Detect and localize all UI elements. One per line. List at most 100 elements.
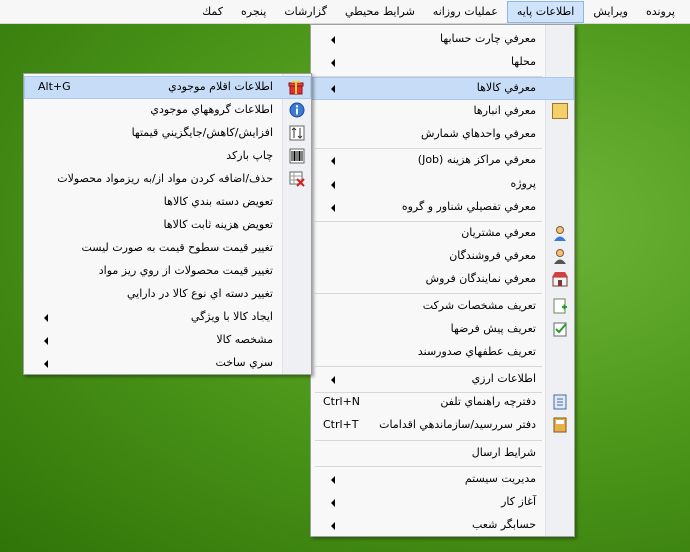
menu-item-label: معرفي مراكز هزينه (Job) xyxy=(417,153,536,166)
menu-item-label: تعويض هزينه ثابت كالاها xyxy=(163,218,273,231)
menu-item-label: سري ساخت xyxy=(215,356,273,369)
menu-item-item-attributes[interactable]: مشخصه كالا xyxy=(24,329,311,352)
menu-window[interactable]: پنجره xyxy=(232,1,275,23)
submenu-arrow-icon xyxy=(44,360,48,368)
menu-item-label: مديريت سيستم xyxy=(464,472,536,485)
submenu-arrow-icon xyxy=(331,499,335,507)
menu-item-shipping-terms[interactable]: شرايط ارسال xyxy=(311,442,574,465)
menu-item-document-links[interactable]: تعريف عطفهاي صدورسند xyxy=(311,341,574,364)
menu-item-project[interactable]: پروژه xyxy=(311,173,574,196)
storefront-icon xyxy=(552,271,568,287)
menu-item-sales-reps[interactable]: معرفي نمايندگان فروش xyxy=(311,268,574,291)
menu-item-phone-book[interactable]: دفترچه راهنماي تلفن Ctrl+N xyxy=(311,391,574,414)
menu-item-label: معرفي انبارها xyxy=(473,104,536,117)
menu-item-company-info[interactable]: تعريف مشخصات شركت xyxy=(311,295,574,318)
menu-item-defaults[interactable]: تعريف پيش فرضها xyxy=(311,318,574,341)
menu-item-price-levels-list[interactable]: تغيير قيمت سطوح قيمت به صورت ليست xyxy=(24,237,311,260)
planner-book-icon xyxy=(552,417,568,433)
menu-item-change-categories[interactable]: تعويض دسته بندي كالاها xyxy=(24,191,311,214)
customer-icon xyxy=(552,225,568,241)
menu-item-vendors[interactable]: معرفي فروشندگان xyxy=(311,245,574,268)
menu-item-shortcut: Ctrl+T xyxy=(323,418,359,431)
submenu-arrow-icon xyxy=(44,314,48,322)
menu-item-customers[interactable]: معرفي مشتريان xyxy=(311,222,574,245)
menu-help[interactable]: كمك xyxy=(193,1,232,23)
vendor-icon xyxy=(552,248,568,264)
menu-item-label: معرفي تفصيلي شناور و گروه xyxy=(401,200,536,213)
submenu-arrow-icon xyxy=(331,181,335,189)
submenu-arrow-icon xyxy=(331,204,335,212)
menu-item-chart-of-accounts[interactable]: معرفي چارت حسابها xyxy=(311,28,574,51)
menu-daily-operations[interactable]: عمليات روزانه xyxy=(424,1,507,23)
menu-item-adjust-prices[interactable]: افزايش/كاهش/جايگزيني قيمتها xyxy=(24,122,311,145)
menu-item-label: اطلاعات ارزي xyxy=(471,372,536,385)
menu-item-warehouses[interactable]: معرفي انبارها xyxy=(311,100,574,123)
submenu-arrow-icon xyxy=(331,157,335,165)
delete-table-icon xyxy=(289,171,305,187)
menu-item-label: مشخصه كالا xyxy=(216,333,273,346)
menu-item-label: آغاز كار xyxy=(501,495,536,508)
submenu-arrow-icon xyxy=(331,36,335,44)
menu-item-label: حسابگر شعب xyxy=(472,518,536,531)
menu-item-planner[interactable]: دفتر سررسيد/سازماندهي اقدامات Ctrl+T xyxy=(311,414,574,437)
menu-bar: پرونده ويرايش اطلاعات پايه عمليات روزانه… xyxy=(0,0,690,24)
menu-item-inventory-groups[interactable]: اطلاعات گروههاي موجودي xyxy=(24,99,311,122)
menu-item-print-barcode[interactable]: چاپ باركد xyxy=(24,145,311,168)
menu-item-label: تغيير قيمت سطوح قيمت به صورت ليست xyxy=(81,241,274,254)
menu-item-label: معرفي مشتريان xyxy=(461,226,536,239)
menu-separator xyxy=(315,440,542,441)
barcode-icon xyxy=(289,148,305,164)
sort-arrows-icon xyxy=(289,125,305,141)
menu-reports[interactable]: گزارشات xyxy=(275,1,336,23)
submenu-arrow-icon xyxy=(331,522,335,530)
checklist-icon xyxy=(552,321,568,337)
base-info-dropdown: معرفي چارت حسابها محلها معرفي كالاها معر… xyxy=(310,24,575,537)
menu-item-label: محلها xyxy=(510,55,536,68)
menu-item-inventory-items[interactable]: اطلاعات اقلام موجودي Alt+G xyxy=(24,76,311,99)
menu-item-label: تعريف پيش فرضها xyxy=(450,322,536,335)
menu-item-cost-centers[interactable]: معرفي مراكز هزينه (Job) xyxy=(311,149,574,172)
menu-item-price-from-materials[interactable]: تغيير قيمت محصولات از روي ريز مواد xyxy=(24,260,311,283)
menu-item-count-units[interactable]: معرفي واحدهاي شمارش xyxy=(311,123,574,146)
menu-item-label: دفترچه راهنماي تلفن xyxy=(440,395,536,408)
menu-item-change-fixed-cost[interactable]: تعويض هزينه ثابت كالاها xyxy=(24,214,311,237)
menu-item-goods[interactable]: معرفي كالاها xyxy=(311,77,574,100)
menu-separator xyxy=(315,366,542,367)
menu-item-label: معرفي كالاها xyxy=(476,81,536,94)
menu-item-shortcut: Alt+G xyxy=(38,80,71,93)
menu-item-label: تغيير دسته اي نوع كالا در دارايي xyxy=(127,287,273,300)
info-icon xyxy=(289,102,305,118)
menu-item-label: تعريف مشخصات شركت xyxy=(422,299,536,312)
menu-item-locations[interactable]: محلها xyxy=(311,51,574,74)
menu-item-currency-info[interactable]: اطلاعات ارزي xyxy=(311,368,574,391)
menu-item-label: اطلاعات گروههاي موجودي xyxy=(150,103,273,116)
gift-icon xyxy=(288,79,304,95)
menu-item-label: معرفي نمايندگان فروش xyxy=(425,272,536,285)
menu-item-label: معرفي چارت حسابها xyxy=(440,32,536,45)
menu-item-system-admin[interactable]: مديريت سيستم xyxy=(311,468,574,491)
submenu-arrow-icon xyxy=(44,337,48,345)
menu-item-create-with-attributes[interactable]: ايجاد كالا با ويژگي xyxy=(24,306,311,329)
goods-submenu: اطلاعات اقلام موجودي Alt+G اطلاعات گروهه… xyxy=(23,73,312,375)
menu-separator xyxy=(315,466,542,467)
menu-item-start-work[interactable]: آغاز كار xyxy=(311,491,574,514)
menu-item-label: چاپ باركد xyxy=(226,149,273,162)
warehouse-icon xyxy=(552,103,568,119)
menu-item-label: ايجاد كالا با ويژگي xyxy=(190,310,273,323)
menu-file[interactable]: پرونده xyxy=(637,1,684,23)
menu-environment[interactable]: شرايط محيطي xyxy=(336,1,424,23)
menu-item-label: تعريف عطفهاي صدورسند xyxy=(417,345,536,358)
menu-base-info[interactable]: اطلاعات پايه xyxy=(506,0,585,23)
menu-item-floating-detail[interactable]: معرفي تفصيلي شناور و گروه xyxy=(311,196,574,219)
menu-item-branch-accounts[interactable]: حسابگر شعب xyxy=(311,514,574,537)
phone-book-icon xyxy=(552,394,568,410)
menu-separator xyxy=(315,293,542,294)
menu-item-bulk-asset-type[interactable]: تغيير دسته اي نوع كالا در دارايي xyxy=(24,283,311,306)
menu-edit[interactable]: ويرايش xyxy=(584,1,637,23)
menu-item-shortcut: Ctrl+N xyxy=(323,395,361,408)
menu-item-label: معرفي فروشندگان xyxy=(449,249,536,262)
menu-item-production-batch[interactable]: سري ساخت xyxy=(24,352,311,375)
menu-item-edit-subcomponents[interactable]: حذف/اضافه كردن مواد از/به ريزمواد محصولا… xyxy=(24,168,311,191)
submenu-arrow-icon xyxy=(331,376,335,384)
menu-item-label: پروژه xyxy=(510,177,536,190)
